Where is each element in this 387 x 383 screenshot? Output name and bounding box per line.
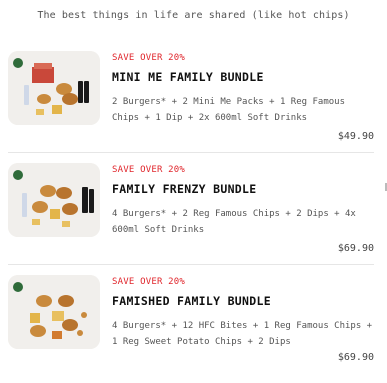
bundle-description: 4 Burgers* + 12 HFC Bites + 1 Reg Famous… [112, 321, 373, 347]
bundle-title[interactable]: FAMISHED FAMILY BUNDLE [112, 294, 271, 308]
bundle-card-mini-me[interactable]: SAVE OVER 20% MINI ME FAMILY BUNDLE 2 Bu… [0, 45, 377, 153]
tagline: The best things in life are shared (like… [37, 10, 350, 21]
divider [8, 264, 374, 265]
bundle-price: $49.90 [337, 131, 374, 142]
bundle-price: $69.90 [337, 243, 374, 254]
bundle-description: 4 Burgers* + 2 Reg Famous Chips + 2 Dips… [112, 209, 356, 235]
bundle-card-family-frenzy[interactable]: SAVE OVER 20% FAMILY FRENZY BUNDLE 4 Bur… [0, 157, 377, 265]
food-illustration [8, 163, 100, 237]
promo-label: SAVE OVER 20% [112, 53, 186, 63]
promo-label: SAVE OVER 20% [112, 277, 186, 287]
bundle-image [8, 163, 100, 237]
bundle-card-famished-family[interactable]: SAVE OVER 20% FAMISHED FAMILY BUNDLE 4 B… [0, 269, 377, 377]
bundle-title[interactable]: FAMILY FRENZY BUNDLE [112, 182, 256, 196]
bundle-description: 2 Burgers* + 2 Mini Me Packs + 1 Reg Fam… [112, 97, 345, 123]
divider [8, 152, 374, 153]
bundle-title[interactable]: MINI ME FAMILY BUNDLE [112, 70, 264, 84]
food-illustration [8, 51, 100, 125]
promo-label: SAVE OVER 20% [112, 165, 186, 175]
bundle-price: $69.90 [337, 352, 374, 363]
bundle-image [8, 275, 100, 349]
food-illustration [8, 275, 100, 349]
bundle-image [8, 51, 100, 125]
